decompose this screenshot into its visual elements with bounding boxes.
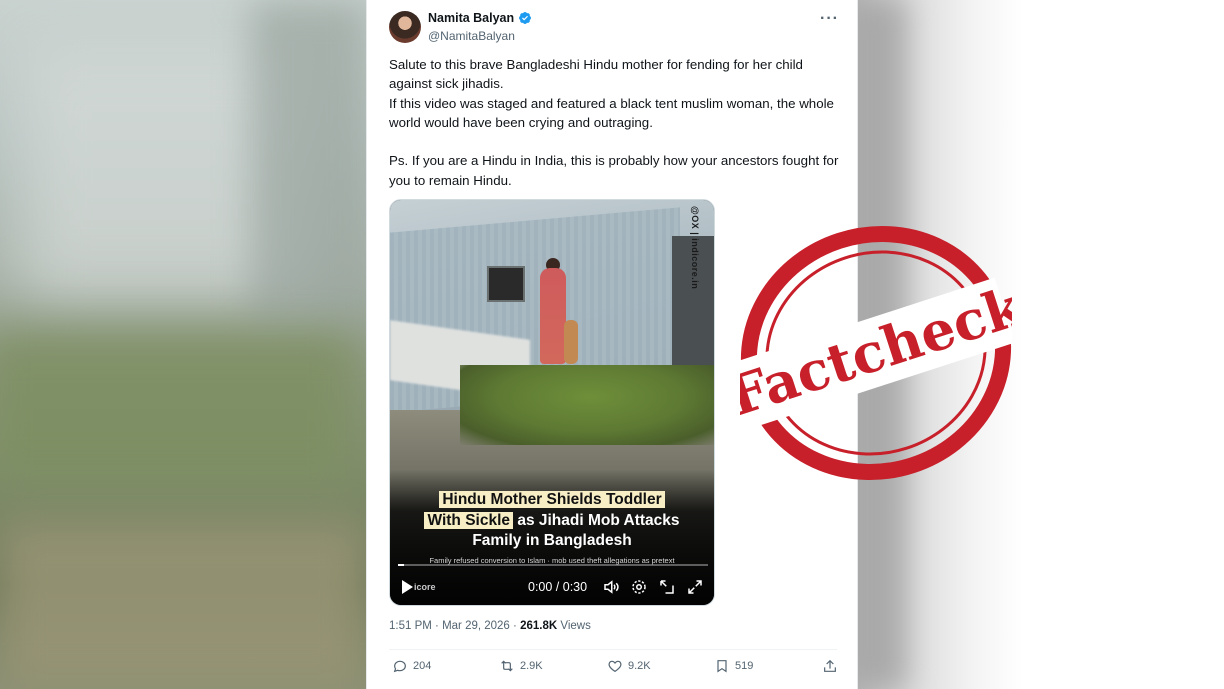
tweet-time[interactable]: 1:51 PM [389, 620, 432, 632]
fullscreen-icon[interactable] [686, 578, 704, 596]
video-controls: icore 0:00 / 0:30 [400, 578, 706, 598]
more-icon[interactable]: ··· [820, 10, 839, 28]
author-name-row[interactable]: Namita Balyan [428, 11, 532, 25]
blurred-background-left [0, 0, 366, 689]
verified-badge-icon [519, 12, 532, 24]
reply-count: 204 [413, 660, 432, 672]
headline-line2: as Jihadi Mob Attacks [513, 511, 680, 529]
volume-icon[interactable] [602, 578, 620, 596]
tweet-actions: 204 2.9K 9.2K 519 [389, 658, 844, 678]
video-headline: Hindu Mother Shields Toddler With Sickle… [390, 490, 714, 552]
bookmark-icon [717, 660, 727, 673]
author-handle[interactable]: @NamitaBalyan [428, 29, 515, 43]
share-icon [824, 659, 836, 672]
video-watermark: @OX | indicore.in [690, 206, 700, 290]
reply-icon [393, 660, 406, 673]
divider [389, 649, 837, 650]
repost-count: 2.9K [520, 660, 543, 672]
like-button[interactable]: 9.2K [607, 658, 651, 674]
bookmark-button[interactable]: 519 [714, 658, 753, 674]
author-name[interactable]: Namita Balyan [428, 11, 514, 25]
stamp-text: Factcheck [740, 273, 1012, 429]
tweet-text: Salute to this brave Bangladeshi Hindu m… [389, 57, 839, 188]
settings-icon[interactable] [630, 578, 648, 596]
video-player[interactable]: @OX | indicore.in Hindu Mother Shields T… [389, 199, 715, 606]
views-count: 261.8K [520, 620, 558, 632]
meta-separator: · [509, 620, 521, 632]
views-label: Views [557, 620, 591, 632]
tweet-date[interactable]: Mar 29, 2026 [442, 620, 510, 632]
reply-button[interactable]: 204 [392, 658, 431, 674]
play-icon[interactable] [402, 580, 413, 594]
meta-separator: · [431, 620, 443, 632]
pip-icon[interactable] [658, 578, 676, 596]
like-icon [608, 660, 622, 673]
video-progress-bar[interactable] [398, 564, 708, 566]
share-button[interactable] [822, 658, 838, 674]
avatar[interactable] [389, 11, 421, 43]
like-count: 9.2K [628, 660, 651, 672]
repost-button[interactable]: 2.9K [499, 658, 543, 674]
repost-icon [501, 660, 513, 672]
factcheck-stamp: Factcheck [740, 226, 1012, 480]
headline-highlight: With Sickle [424, 511, 514, 529]
video-brand: icore [414, 582, 436, 592]
video-time: 0:00 / 0:30 [528, 580, 588, 594]
headline-line1: Hindu Mother Shields Toddler [439, 491, 665, 508]
tweet-meta: 1:51 PM · Mar 29, 2026 · 261.8K Views [389, 620, 591, 632]
headline-line3: Family in Bangladesh [472, 532, 632, 549]
bookmark-count: 519 [735, 660, 754, 672]
